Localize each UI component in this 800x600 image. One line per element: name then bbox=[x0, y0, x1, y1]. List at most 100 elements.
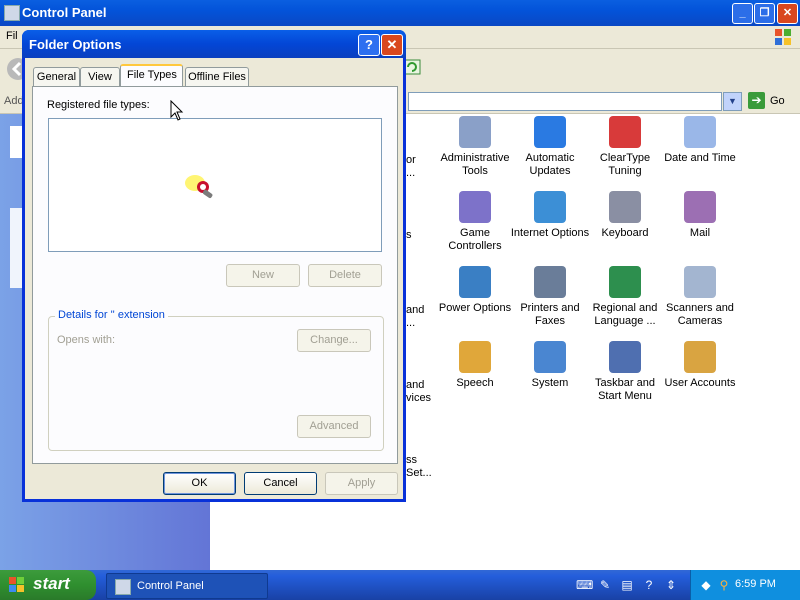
tab-view[interactable]: View bbox=[80, 67, 120, 86]
close-window-button[interactable]: ✕ bbox=[777, 3, 798, 24]
apply-button[interactable]: Apply bbox=[325, 472, 398, 495]
control-panel-item[interactable]: ClearType Tuning bbox=[585, 116, 665, 178]
administrative-tools-icon bbox=[459, 116, 491, 148]
automatic-updates-icon bbox=[534, 116, 566, 148]
keyboard-icon bbox=[609, 191, 641, 223]
control-panel-item[interactable]: Speech bbox=[435, 341, 515, 390]
control-panel-icon bbox=[115, 579, 131, 595]
details-legend: Details for '' extension bbox=[55, 309, 168, 321]
control-panel-item[interactable]: Automatic Updates bbox=[510, 116, 590, 178]
file-types-panel: Registered file types: New Delete Detail… bbox=[32, 86, 398, 464]
partial-label: and bbox=[406, 379, 425, 391]
minimize-button[interactable]: _ bbox=[732, 3, 753, 24]
printers-icon bbox=[534, 266, 566, 298]
taskbar-icon bbox=[609, 341, 641, 373]
system-tray: ◆ ⚲ 6:59 PM bbox=[690, 570, 800, 600]
notification-area: ⌨ ✎ ▤ ? ⇕ ◆ ⚲ 6:59 PM bbox=[570, 570, 800, 600]
go-arrow-icon: ➔ bbox=[748, 92, 765, 109]
control-panel-icon bbox=[4, 5, 20, 21]
internet-options-icon bbox=[534, 191, 566, 223]
control-panel-item[interactable]: Keyboard bbox=[585, 191, 665, 240]
control-panel-item[interactable]: Administrative Tools bbox=[435, 116, 515, 178]
go-label: Go bbox=[770, 95, 785, 107]
cancel-button[interactable]: Cancel bbox=[244, 472, 317, 495]
keyboard-tray-icon[interactable]: ⌨ bbox=[576, 578, 593, 592]
opens-with-label: Opens with: bbox=[57, 334, 116, 346]
dialog-title: Folder Options bbox=[29, 37, 122, 52]
control-panel-item-label: Taskbar and Start Menu bbox=[595, 377, 655, 402]
speech-tray-icon[interactable]: ▤ bbox=[620, 578, 634, 592]
control-panel-item[interactable]: Mail bbox=[660, 191, 740, 240]
power-options-icon bbox=[459, 266, 491, 298]
control-panel-item-label: Printers and Faxes bbox=[520, 302, 580, 327]
mouse-cursor-icon bbox=[170, 100, 184, 121]
tab-general[interactable]: General bbox=[33, 67, 80, 86]
file-types-list[interactable] bbox=[48, 118, 382, 252]
dialog-close-button[interactable]: ✕ bbox=[381, 34, 403, 56]
game-controllers-icon bbox=[459, 191, 491, 223]
advanced-button[interactable]: Advanced bbox=[297, 415, 371, 438]
control-panel-item[interactable]: Date and Time bbox=[660, 116, 740, 165]
taskbar-item-label: Control Panel bbox=[137, 580, 204, 592]
control-panel-item[interactable]: Printers and Faxes bbox=[510, 266, 590, 328]
search-tray-icon[interactable]: ⚲ bbox=[717, 578, 731, 592]
partial-label: ... bbox=[406, 167, 416, 179]
menu-file[interactable]: Fil bbox=[6, 30, 18, 42]
control-panel-item-label: Game Controllers bbox=[448, 227, 502, 252]
partial-label: Set... bbox=[406, 467, 432, 479]
cleartype-icon bbox=[609, 116, 641, 148]
control-panel-item[interactable]: Regional and Language ... bbox=[585, 266, 665, 328]
control-panel-item[interactable]: Internet Options bbox=[510, 191, 590, 240]
system-icon bbox=[534, 341, 566, 373]
control-panel-item[interactable]: Game Controllers bbox=[435, 191, 515, 253]
control-panel-item-label: Automatic Updates bbox=[525, 152, 575, 177]
pen-tray-icon[interactable]: ✎ bbox=[598, 578, 612, 592]
start-label: start bbox=[33, 574, 70, 593]
control-panel-item-label: Internet Options bbox=[510, 227, 590, 239]
mail-icon bbox=[684, 191, 716, 223]
maximize-button[interactable]: ❐ bbox=[754, 3, 775, 24]
taskbar-item-control-panel[interactable]: Control Panel bbox=[106, 573, 268, 599]
registered-types-label: Registered file types: bbox=[47, 99, 150, 111]
control-panel-item[interactable]: System bbox=[510, 341, 590, 390]
control-panel-item[interactable]: Taskbar and Start Menu bbox=[585, 341, 665, 403]
change-button[interactable]: Change... bbox=[297, 329, 371, 352]
control-panel-item[interactable]: Scanners and Cameras bbox=[660, 266, 740, 328]
searching-flashlight-icon bbox=[185, 175, 213, 199]
control-panel-item-label: Regional and Language ... bbox=[592, 302, 658, 327]
options-tray-icon[interactable]: ⇕ bbox=[664, 578, 678, 592]
dialog-titlebar: Folder Options ? ✕ bbox=[22, 30, 406, 58]
partial-label: and bbox=[406, 304, 425, 316]
start-button[interactable]: start bbox=[0, 570, 96, 600]
scanners-icon bbox=[684, 266, 716, 298]
control-panel-item-label: ClearType Tuning bbox=[599, 152, 651, 177]
clock: 6:59 PM bbox=[735, 578, 776, 590]
control-panel-item-label: Scanners and Cameras bbox=[666, 302, 734, 327]
control-panel-item-label: Mail bbox=[689, 227, 711, 239]
windows-logo-icon bbox=[9, 577, 24, 592]
address-dropdown-button[interactable]: ▼ bbox=[723, 92, 742, 111]
security-tray-icon[interactable]: ◆ bbox=[699, 578, 713, 592]
tab-file-types[interactable]: File Types bbox=[120, 64, 183, 86]
tab-offline-files[interactable]: Offline Files bbox=[185, 67, 249, 86]
user-accounts-icon bbox=[684, 341, 716, 373]
date-time-icon bbox=[684, 116, 716, 148]
control-panel-item-label: User Accounts bbox=[664, 377, 736, 389]
control-panel-item-label: Power Options bbox=[438, 302, 512, 314]
partial-label: vices bbox=[406, 392, 432, 404]
speech-icon bbox=[459, 341, 491, 373]
window-title: Control Panel bbox=[22, 5, 107, 20]
new-button[interactable]: New bbox=[226, 264, 300, 287]
address-label: Add bbox=[4, 95, 24, 107]
folder-options-dialog: Folder Options ? ✕ General View File Typ… bbox=[22, 30, 406, 502]
control-panel-item[interactable]: User Accounts bbox=[660, 341, 740, 390]
help-tray-icon[interactable]: ? bbox=[642, 578, 656, 592]
delete-button[interactable]: Delete bbox=[308, 264, 382, 287]
address-input[interactable] bbox=[408, 92, 722, 111]
windows-flag-icon bbox=[775, 29, 791, 45]
help-button[interactable]: ? bbox=[358, 34, 380, 56]
go-button[interactable]: ➔ Go bbox=[748, 92, 792, 110]
control-panel-item[interactable]: Power Options bbox=[435, 266, 515, 315]
partial-label: ... bbox=[406, 317, 416, 329]
ok-button[interactable]: OK bbox=[163, 472, 236, 495]
